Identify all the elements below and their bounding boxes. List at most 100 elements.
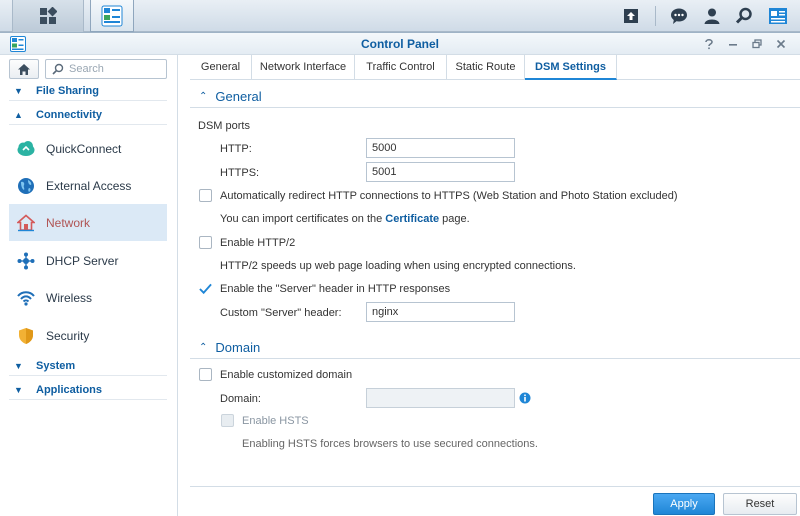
certificate-link[interactable]: Certificate xyxy=(385,213,439,225)
custom-header-field[interactable] xyxy=(366,302,515,322)
tab-static-route[interactable]: Static Route xyxy=(447,55,525,79)
sidebar-item-label: Network xyxy=(46,215,91,230)
chevron-down-icon: ▼ xyxy=(14,384,23,395)
window-title: Control Panel xyxy=(360,37,439,51)
control-panel-taskbar-button[interactable] xyxy=(90,0,134,32)
upload-button[interactable] xyxy=(616,0,646,32)
close-icon xyxy=(776,39,786,49)
search-input[interactable] xyxy=(69,63,161,75)
custom-domain-checkbox[interactable] xyxy=(199,368,212,381)
server-header-checkbox[interactable] xyxy=(199,282,212,295)
sidebar-item-security[interactable]: Security xyxy=(9,317,167,354)
http2-checkbox[interactable] xyxy=(199,236,212,249)
search-button[interactable] xyxy=(729,0,759,32)
minimize-button[interactable] xyxy=(725,36,741,52)
hsts-label: Enable HSTS xyxy=(242,415,309,427)
help-button[interactable] xyxy=(701,36,717,52)
taskbar xyxy=(0,0,800,32)
chevron-up-icon: ▲ xyxy=(14,109,23,120)
taskbar-divider xyxy=(655,6,656,26)
sidebar-item-label: QuickConnect xyxy=(46,141,122,156)
category-label: Connectivity xyxy=(36,108,103,121)
sidebar-item-quickconnect[interactable]: QuickConnect xyxy=(9,130,167,167)
hsts-description: Enabling HSTS forces browsers to use sec… xyxy=(242,438,538,450)
section-title: Domain xyxy=(215,340,261,355)
certificate-note-prefix: You can import certificates on the xyxy=(220,213,386,225)
https-port-field[interactable] xyxy=(366,162,515,182)
user-button[interactable] xyxy=(697,0,727,32)
sidebar: ▼ File Sharing ▲ Connectivity QuickConne… xyxy=(0,55,178,516)
server-header-label: Enable the "Server" header in HTTP respo… xyxy=(220,283,451,295)
chevron-up-icon: ⌃ xyxy=(199,91,208,102)
custom-domain-label: Enable customized domain xyxy=(220,369,353,381)
https-port-label: HTTPS: xyxy=(220,167,260,179)
apps-grid-icon xyxy=(40,7,57,24)
section-general-header[interactable]: ⌃ General xyxy=(190,86,800,108)
sidebar-item-wireless[interactable]: Wireless xyxy=(9,279,167,316)
redirect-https-checkbox[interactable] xyxy=(199,189,212,202)
user-icon xyxy=(704,8,720,24)
quickconnect-icon xyxy=(16,139,36,159)
category-label: System xyxy=(36,359,76,372)
sidebar-item-network[interactable]: Network xyxy=(9,204,167,241)
globe-icon xyxy=(16,176,36,196)
wifi-icon xyxy=(16,288,36,308)
upload-icon xyxy=(624,9,638,23)
tab-network-interface[interactable]: Network Interface xyxy=(252,55,355,79)
section-domain-header[interactable]: ⌃ Domain xyxy=(190,337,800,359)
category-connectivity[interactable]: ▲ Connectivity xyxy=(9,105,167,125)
http-port-field[interactable] xyxy=(366,138,515,158)
chat-button[interactable] xyxy=(664,0,694,32)
network-house-icon xyxy=(16,213,36,233)
http-port-label: HTTP: xyxy=(220,143,252,155)
dhcp-icon xyxy=(16,251,36,271)
info-icon[interactable] xyxy=(519,392,531,407)
restore-button[interactable] xyxy=(749,36,765,52)
dsm-ports-label: DSM ports xyxy=(198,120,250,132)
http2-description: HTTP/2 speeds up web page loading when u… xyxy=(220,260,576,272)
chevron-up-icon: ⌃ xyxy=(199,342,208,353)
category-label: File Sharing xyxy=(36,84,99,97)
sidebar-search[interactable] xyxy=(45,59,167,79)
sidebar-item-label: Security xyxy=(46,328,90,343)
certificate-note-suffix: page. xyxy=(439,213,470,225)
tab-bar: General Network Interface Traffic Contro… xyxy=(190,55,800,80)
category-file-sharing[interactable]: ▼ File Sharing xyxy=(9,81,167,101)
widgets-button[interactable] xyxy=(763,0,793,32)
minimize-icon xyxy=(729,44,737,46)
http2-label: Enable HTTP/2 xyxy=(220,237,296,249)
home-icon xyxy=(18,63,30,75)
control-panel-icon xyxy=(101,5,123,26)
domain-field[interactable] xyxy=(366,388,515,408)
redirect-https-label: Automatically redirect HTTP connections … xyxy=(220,190,678,202)
certificate-note: You can import certificates on the Certi… xyxy=(220,213,470,225)
shield-icon xyxy=(16,326,36,346)
main-content: General Network Interface Traffic Contro… xyxy=(190,55,800,516)
restore-icon xyxy=(752,39,762,49)
sidebar-item-label: Wireless xyxy=(46,290,93,305)
sidebar-item-dhcp-server[interactable]: DHCP Server xyxy=(9,242,167,279)
apply-button[interactable]: Apply xyxy=(653,493,715,515)
tab-general[interactable]: General xyxy=(190,55,252,79)
category-system[interactable]: ▼ System xyxy=(9,356,167,376)
search-icon xyxy=(735,7,752,24)
sidebar-item-external-access[interactable]: External Access xyxy=(9,167,167,204)
category-applications[interactable]: ▼ Applications xyxy=(9,380,167,400)
hsts-checkbox[interactable] xyxy=(221,414,234,427)
home-button[interactable] xyxy=(9,59,39,79)
custom-header-label: Custom "Server" header: xyxy=(220,307,342,319)
tab-dsm-settings[interactable]: DSM Settings xyxy=(525,55,617,80)
domain-label: Domain: xyxy=(220,393,261,405)
close-button[interactable] xyxy=(773,36,789,52)
control-panel-window: Control Panel Search ▼ File Sharing ▲ Co… xyxy=(0,32,800,516)
section-title: General xyxy=(215,89,262,104)
reset-button[interactable]: Reset xyxy=(723,493,797,515)
search-icon xyxy=(52,63,64,75)
checkmark-icon xyxy=(199,283,212,294)
chevron-down-icon: ▼ xyxy=(14,85,23,96)
window-titlebar[interactable]: Control Panel xyxy=(0,33,800,55)
footer-bar: Apply Reset xyxy=(190,486,800,516)
sidebar-item-label: DHCP Server xyxy=(46,253,119,268)
tab-traffic-control[interactable]: Traffic Control xyxy=(355,55,447,79)
main-menu-button[interactable] xyxy=(12,0,84,32)
